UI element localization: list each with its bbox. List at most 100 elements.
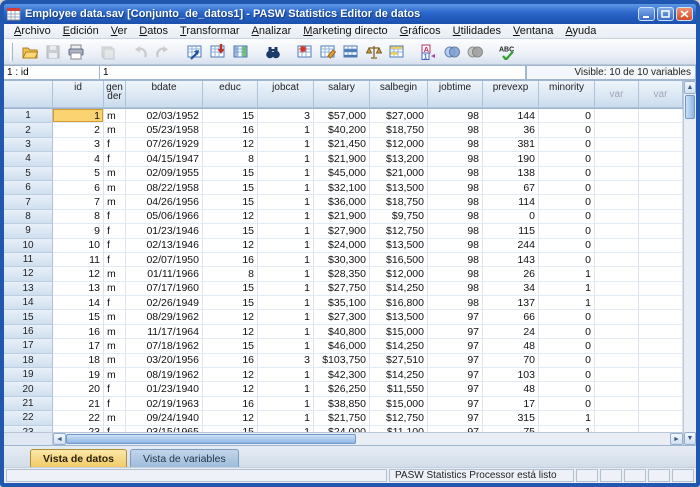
cell-minority-row10[interactable]: 0 [539, 239, 595, 253]
cell-var1-row20[interactable] [595, 382, 639, 396]
scroll-down-icon[interactable]: ▼ [684, 432, 696, 445]
row-header-12[interactable]: 12 [4, 267, 53, 281]
cell-prevexp-row12[interactable]: 26 [483, 267, 539, 281]
column-header-id[interactable]: id [53, 81, 104, 108]
cell-bdate-row8[interactable]: 05/06/1966 [126, 210, 203, 224]
cell-id-row9[interactable]: 9 [53, 224, 104, 238]
menu-transformar[interactable]: Transformar [174, 25, 246, 37]
cell-educ-row8[interactable]: 12 [203, 210, 258, 224]
row-header-22[interactable]: 22 [4, 411, 53, 425]
row-header-6[interactable]: 6 [4, 181, 53, 195]
row-header-9[interactable]: 9 [4, 224, 53, 238]
cell-jobtime-row14[interactable]: 98 [428, 296, 483, 310]
menu-datos[interactable]: Datos [133, 25, 174, 37]
row-header-18[interactable]: 18 [4, 354, 53, 368]
cell-id-row11[interactable]: 11 [53, 253, 104, 267]
cell-salbegin-row20[interactable]: $11,550 [370, 382, 428, 396]
cell-id-row5[interactable]: 5 [53, 167, 104, 181]
cell-jobtime-row7[interactable]: 98 [428, 195, 483, 209]
cell-jobcat-row10[interactable]: 1 [258, 239, 314, 253]
cell-minority-row5[interactable]: 0 [539, 167, 595, 181]
cell-id-row4[interactable]: 4 [53, 152, 104, 166]
minimize-button[interactable] [638, 7, 655, 21]
row-header-3[interactable]: 3 [4, 138, 53, 152]
tab-vista-de-variables[interactable]: Vista de variables [130, 449, 239, 467]
maximize-button[interactable] [657, 7, 674, 21]
cell-minority-row19[interactable]: 0 [539, 368, 595, 382]
cell-gender-row5[interactable]: m [104, 167, 126, 181]
row-header-7[interactable]: 7 [4, 195, 53, 209]
cell-jobcat-row23[interactable]: 1 [258, 426, 314, 432]
cell-salbegin-row14[interactable]: $16,800 [370, 296, 428, 310]
cell-var1-row18[interactable] [595, 354, 639, 368]
cell-bdate-row20[interactable]: 01/23/1940 [126, 382, 203, 396]
cell-jobtime-row3[interactable]: 98 [428, 138, 483, 152]
cell-jobtime-row10[interactable]: 98 [428, 239, 483, 253]
cell-var2-row5[interactable] [639, 167, 683, 181]
cell-id-row19[interactable]: 19 [53, 368, 104, 382]
cell-var2-row17[interactable] [639, 339, 683, 353]
cell-id-row16[interactable]: 16 [53, 325, 104, 339]
row-header-21[interactable]: 21 [4, 397, 53, 411]
cell-bdate-row11[interactable]: 02/07/1950 [126, 253, 203, 267]
cell-salary-row3[interactable]: $21,450 [314, 138, 370, 152]
cell-salary-row4[interactable]: $21,900 [314, 152, 370, 166]
row-header-17[interactable]: 17 [4, 339, 53, 353]
cell-salary-row19[interactable]: $42,300 [314, 368, 370, 382]
cell-educ-row15[interactable]: 12 [203, 310, 258, 324]
cell-prevexp-row3[interactable]: 381 [483, 138, 539, 152]
cell-educ-row11[interactable]: 16 [203, 253, 258, 267]
row-header-4[interactable]: 4 [4, 152, 53, 166]
cell-var1-row1[interactable] [595, 109, 639, 123]
cell-var1-row5[interactable] [595, 167, 639, 181]
open-data-icon[interactable] [18, 41, 41, 63]
cell-minority-row11[interactable]: 0 [539, 253, 595, 267]
cell-jobcat-row16[interactable]: 1 [258, 325, 314, 339]
cell-prevexp-row9[interactable]: 115 [483, 224, 539, 238]
cell-bdate-row4[interactable]: 04/15/1947 [126, 152, 203, 166]
cell-gender-row14[interactable]: f [104, 296, 126, 310]
cell-id-row2[interactable]: 2 [53, 123, 104, 137]
cell-var1-row14[interactable] [595, 296, 639, 310]
cell-salary-row18[interactable]: $103,750 [314, 354, 370, 368]
cell-var2-row1[interactable] [639, 109, 683, 123]
cell-bdate-row6[interactable]: 08/22/1958 [126, 181, 203, 195]
cell-jobtime-row8[interactable]: 98 [428, 210, 483, 224]
row-header-19[interactable]: 19 [4, 368, 53, 382]
split-file-icon[interactable] [339, 41, 362, 63]
cell-salary-row12[interactable]: $28,350 [314, 267, 370, 281]
cell-salary-row10[interactable]: $24,000 [314, 239, 370, 253]
cell-jobcat-row3[interactable]: 1 [258, 138, 314, 152]
cell-id-row13[interactable]: 13 [53, 282, 104, 296]
row-header-15[interactable]: 15 [4, 310, 53, 324]
row-header-11[interactable]: 11 [4, 253, 53, 267]
menu-analizar[interactable]: Analizar [246, 25, 298, 37]
cell-minority-row3[interactable]: 0 [539, 138, 595, 152]
cell-gender-row6[interactable]: m [104, 181, 126, 195]
grid-corner-cell[interactable] [4, 81, 53, 108]
cell-var1-row4[interactable] [595, 152, 639, 166]
cell-jobcat-row7[interactable]: 1 [258, 195, 314, 209]
column-header-jobcat[interactable]: jobcat [258, 81, 314, 108]
cell-var2-row7[interactable] [639, 195, 683, 209]
cell-bdate-row2[interactable]: 05/23/1958 [126, 123, 203, 137]
menu-ayuda[interactable]: Ayuda [559, 25, 602, 37]
cell-prevexp-row16[interactable]: 24 [483, 325, 539, 339]
cell-gender-row23[interactable]: f [104, 426, 126, 432]
cell-salary-row1[interactable]: $57,000 [314, 109, 370, 123]
cell-minority-row15[interactable]: 0 [539, 310, 595, 324]
cell-salbegin-row18[interactable]: $27,510 [370, 354, 428, 368]
horizontal-scrollbar[interactable]: ◄ ► [4, 432, 683, 445]
cell-educ-row1[interactable]: 15 [203, 109, 258, 123]
weight-cases-icon[interactable] [362, 41, 385, 63]
cell-minority-row21[interactable]: 0 [539, 397, 595, 411]
cell-bdate-row9[interactable]: 01/23/1946 [126, 224, 203, 238]
cell-id-row1[interactable]: 1 [53, 109, 104, 123]
cell-salbegin-row15[interactable]: $13,500 [370, 310, 428, 324]
cell-jobcat-row20[interactable]: 1 [258, 382, 314, 396]
cell-var1-row21[interactable] [595, 397, 639, 411]
cell-minority-row22[interactable]: 1 [539, 411, 595, 425]
cell-jobtime-row1[interactable]: 98 [428, 109, 483, 123]
cell-value-field[interactable]: 1 [100, 65, 526, 80]
cell-educ-row12[interactable]: 8 [203, 267, 258, 281]
